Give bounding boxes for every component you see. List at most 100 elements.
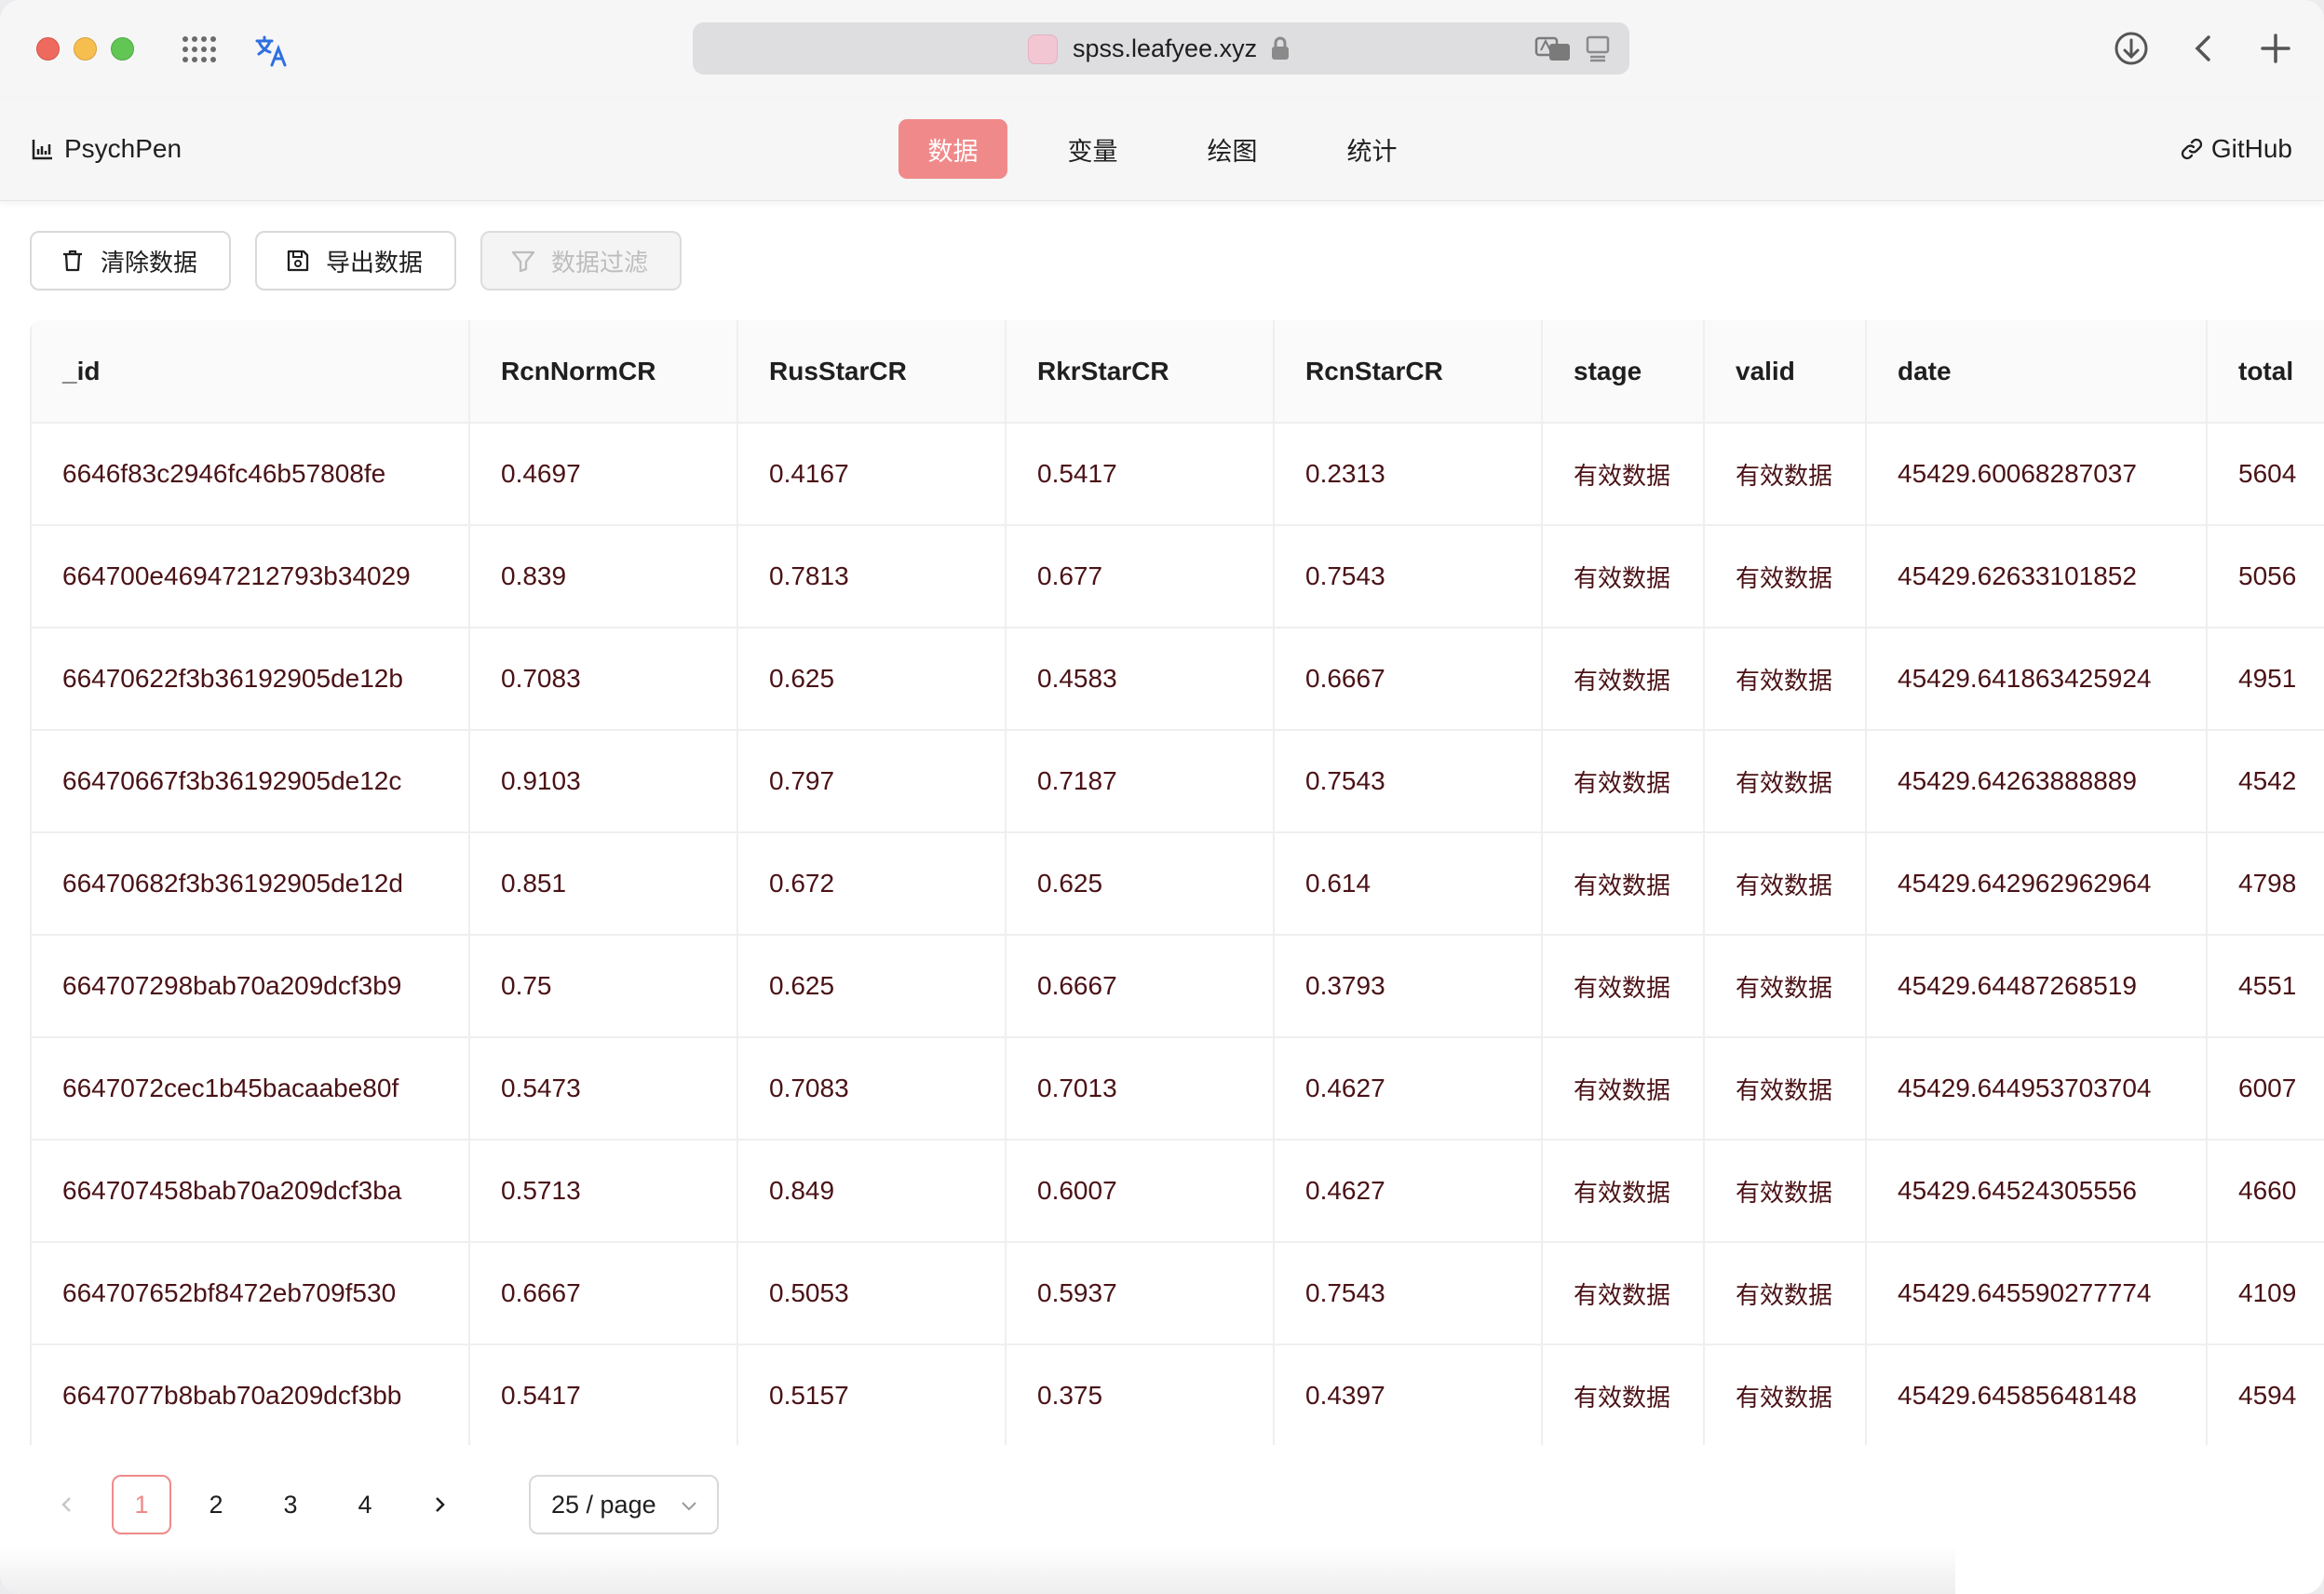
translate-icon[interactable] [253, 32, 290, 69]
table-cell[interactable]: 0.7543 [1274, 730, 1543, 833]
table-cell[interactable]: 有效数据 [1704, 730, 1867, 833]
column-header[interactable]: RcnNormCR [469, 320, 738, 424]
table-cell[interactable]: 0.797 [737, 730, 1007, 833]
table-cell[interactable]: 有效数据 [1704, 935, 1867, 1038]
table-cell[interactable]: 4594 [2207, 1344, 2324, 1445]
page-button-3[interactable]: 3 [261, 1475, 320, 1534]
table-cell[interactable]: 0.672 [737, 832, 1007, 936]
reader-view-icon[interactable] [1585, 34, 1611, 62]
table-cell[interactable]: 0.5053 [737, 1242, 1007, 1345]
table-cell[interactable]: 664700e46947212793b34029 [30, 525, 470, 628]
table-cell[interactable]: 0.625 [737, 628, 1007, 731]
table-cell[interactable]: 0.7013 [1006, 1037, 1275, 1141]
table-cell[interactable]: 有效数据 [1704, 1037, 1867, 1141]
table-cell[interactable]: 0.7813 [737, 525, 1007, 628]
column-header[interactable]: total [2207, 320, 2324, 424]
table-cell[interactable]: 0.4167 [737, 423, 1007, 526]
nav-tab-statistics[interactable]: 统计 [1317, 119, 1426, 179]
table-row[interactable]: 664707458bab70a209dcf3ba 0.5713 0.849 0.600… [30, 1140, 2324, 1243]
table-cell[interactable]: 有效数据 [1542, 1037, 1705, 1141]
table-row[interactable]: 6647072cec1b45bacaabe80f 0.5473 0.7083 0.70… [30, 1037, 2324, 1141]
table-cell[interactable]: 0.4397 [1274, 1344, 1543, 1445]
table-cell[interactable]: 664707298bab70a209dcf3b9 [30, 935, 470, 1038]
table-cell[interactable]: 0.839 [469, 525, 738, 628]
table-cell[interactable]: 45429.60068287037 [1866, 423, 2208, 526]
table-cell[interactable]: 0.5157 [737, 1344, 1007, 1445]
table-cell[interactable]: 0.6667 [1274, 628, 1543, 731]
new-tab-plus-icon[interactable] [2255, 28, 2296, 69]
table-cell[interactable]: 0.7187 [1006, 730, 1275, 833]
nav-tab-data[interactable]: 数据 [899, 119, 1007, 179]
table-cell[interactable]: 45429.644953703704 [1866, 1037, 2208, 1141]
table-cell[interactable]: 0.9103 [469, 730, 738, 833]
page-size-select[interactable]: 25 / page [529, 1475, 719, 1534]
minimize-window-button[interactable] [74, 37, 97, 61]
column-header[interactable]: RkrStarCR [1006, 320, 1275, 424]
nav-tab-variables[interactable]: 变量 [1038, 119, 1147, 179]
table-cell[interactable]: 0.6007 [1006, 1140, 1275, 1243]
table-cell[interactable]: 0.2313 [1274, 423, 1543, 526]
table-row[interactable]: 664707652bf8472eb709f530 0.6667 0.5053 0.59… [30, 1242, 2324, 1345]
close-window-button[interactable] [36, 37, 60, 61]
table-cell[interactable]: 0.849 [737, 1140, 1007, 1243]
table-cell[interactable]: 有效数据 [1542, 1344, 1705, 1445]
table-cell[interactable]: 0.5473 [469, 1037, 738, 1141]
table-cell[interactable]: 0.6667 [1006, 935, 1275, 1038]
table-cell[interactable]: 45429.64263888889 [1866, 730, 2208, 833]
table-cell[interactable]: 0.5417 [1006, 423, 1275, 526]
table-cell[interactable]: 664707458bab70a209dcf3ba [30, 1140, 470, 1243]
table-row[interactable]: 664700e46947212793b34029 0.839 0.7813 0.677… [30, 525, 2324, 628]
table-cell[interactable]: 66470667f3b36192905de12c [30, 730, 470, 833]
column-header[interactable]: date [1866, 320, 2208, 424]
table-cell[interactable]: 0.7543 [1274, 1242, 1543, 1345]
table-row[interactable]: 66470667f3b36192905de12c 0.9103 0.797 0.718… [30, 730, 2324, 833]
table-row[interactable]: 6647077b8bab70a209dcf3bb 0.5417 0.5157 0.37… [30, 1344, 2324, 1445]
table-cell[interactable]: 45429.64585648148 [1866, 1344, 2208, 1445]
table-cell[interactable]: 0.4697 [469, 423, 738, 526]
page-translate-icon[interactable] [1534, 34, 1572, 62]
table-cell[interactable]: 6647072cec1b45bacaabe80f [30, 1037, 470, 1141]
table-cell[interactable]: 5056 [2207, 525, 2324, 628]
table-cell[interactable]: 0.6667 [469, 1242, 738, 1345]
page-button-4[interactable]: 4 [335, 1475, 395, 1534]
table-cell[interactable]: 0.7083 [469, 628, 738, 731]
table-cell[interactable]: 45429.62633101852 [1866, 525, 2208, 628]
table-cell[interactable]: 有效数据 [1542, 525, 1705, 628]
table-cell[interactable]: 0.7543 [1274, 525, 1543, 628]
table-cell[interactable]: 0.3793 [1274, 935, 1543, 1038]
github-link[interactable]: GitHub [2180, 134, 2292, 164]
table-cell[interactable]: 有效数据 [1542, 1242, 1705, 1345]
url-text[interactable]: spss.leafyee.xyz [1073, 34, 1257, 63]
clear-data-button[interactable]: 清除数据 [30, 231, 231, 290]
table-cell[interactable]: 有效数据 [1704, 1344, 1867, 1445]
table-cell[interactable]: 4798 [2207, 832, 2324, 936]
column-header[interactable]: valid [1704, 320, 1867, 424]
brand[interactable]: PsychPen [31, 134, 182, 164]
table-cell[interactable]: 0.614 [1274, 832, 1543, 936]
table-cell[interactable]: 0.5417 [469, 1344, 738, 1445]
table-cell[interactable]: 0.4627 [1274, 1037, 1543, 1141]
table-cell[interactable]: 664707652bf8472eb709f530 [30, 1242, 470, 1345]
table-cell[interactable]: 0.5937 [1006, 1242, 1275, 1345]
nav-tab-plot[interactable]: 绘图 [1178, 119, 1287, 179]
table-cell[interactable]: 有效数据 [1704, 525, 1867, 628]
table-cell[interactable]: 45429.64487268519 [1866, 935, 2208, 1038]
table-cell[interactable]: 4951 [2207, 628, 2324, 731]
page-button-1[interactable]: 1 [112, 1475, 171, 1534]
table-cell[interactable]: 45429.645590277774 [1866, 1242, 2208, 1345]
table-cell[interactable]: 有效数据 [1704, 832, 1867, 936]
prev-page-button[interactable] [37, 1475, 97, 1534]
table-cell[interactable]: 有效数据 [1542, 935, 1705, 1038]
table-cell[interactable]: 有效数据 [1542, 832, 1705, 936]
table-cell[interactable]: 0.625 [1006, 832, 1275, 936]
table-row[interactable]: 66470622f3b36192905de12b 0.7083 0.625 0.458… [30, 628, 2324, 731]
table-cell[interactable]: 有效数据 [1704, 1140, 1867, 1243]
table-cell[interactable]: 4109 [2207, 1242, 2324, 1345]
table-cell[interactable]: 0.4583 [1006, 628, 1275, 731]
table-cell[interactable]: 0.677 [1006, 525, 1275, 628]
table-cell[interactable]: 45429.641863425924 [1866, 628, 2208, 731]
table-row[interactable]: 664707298bab70a209dcf3b9 0.75 0.625 0.6667 0… [30, 935, 2324, 1038]
table-cell[interactable]: 6007 [2207, 1037, 2324, 1141]
table-cell[interactable]: 0.375 [1006, 1344, 1275, 1445]
table-cell[interactable]: 0.7083 [737, 1037, 1007, 1141]
